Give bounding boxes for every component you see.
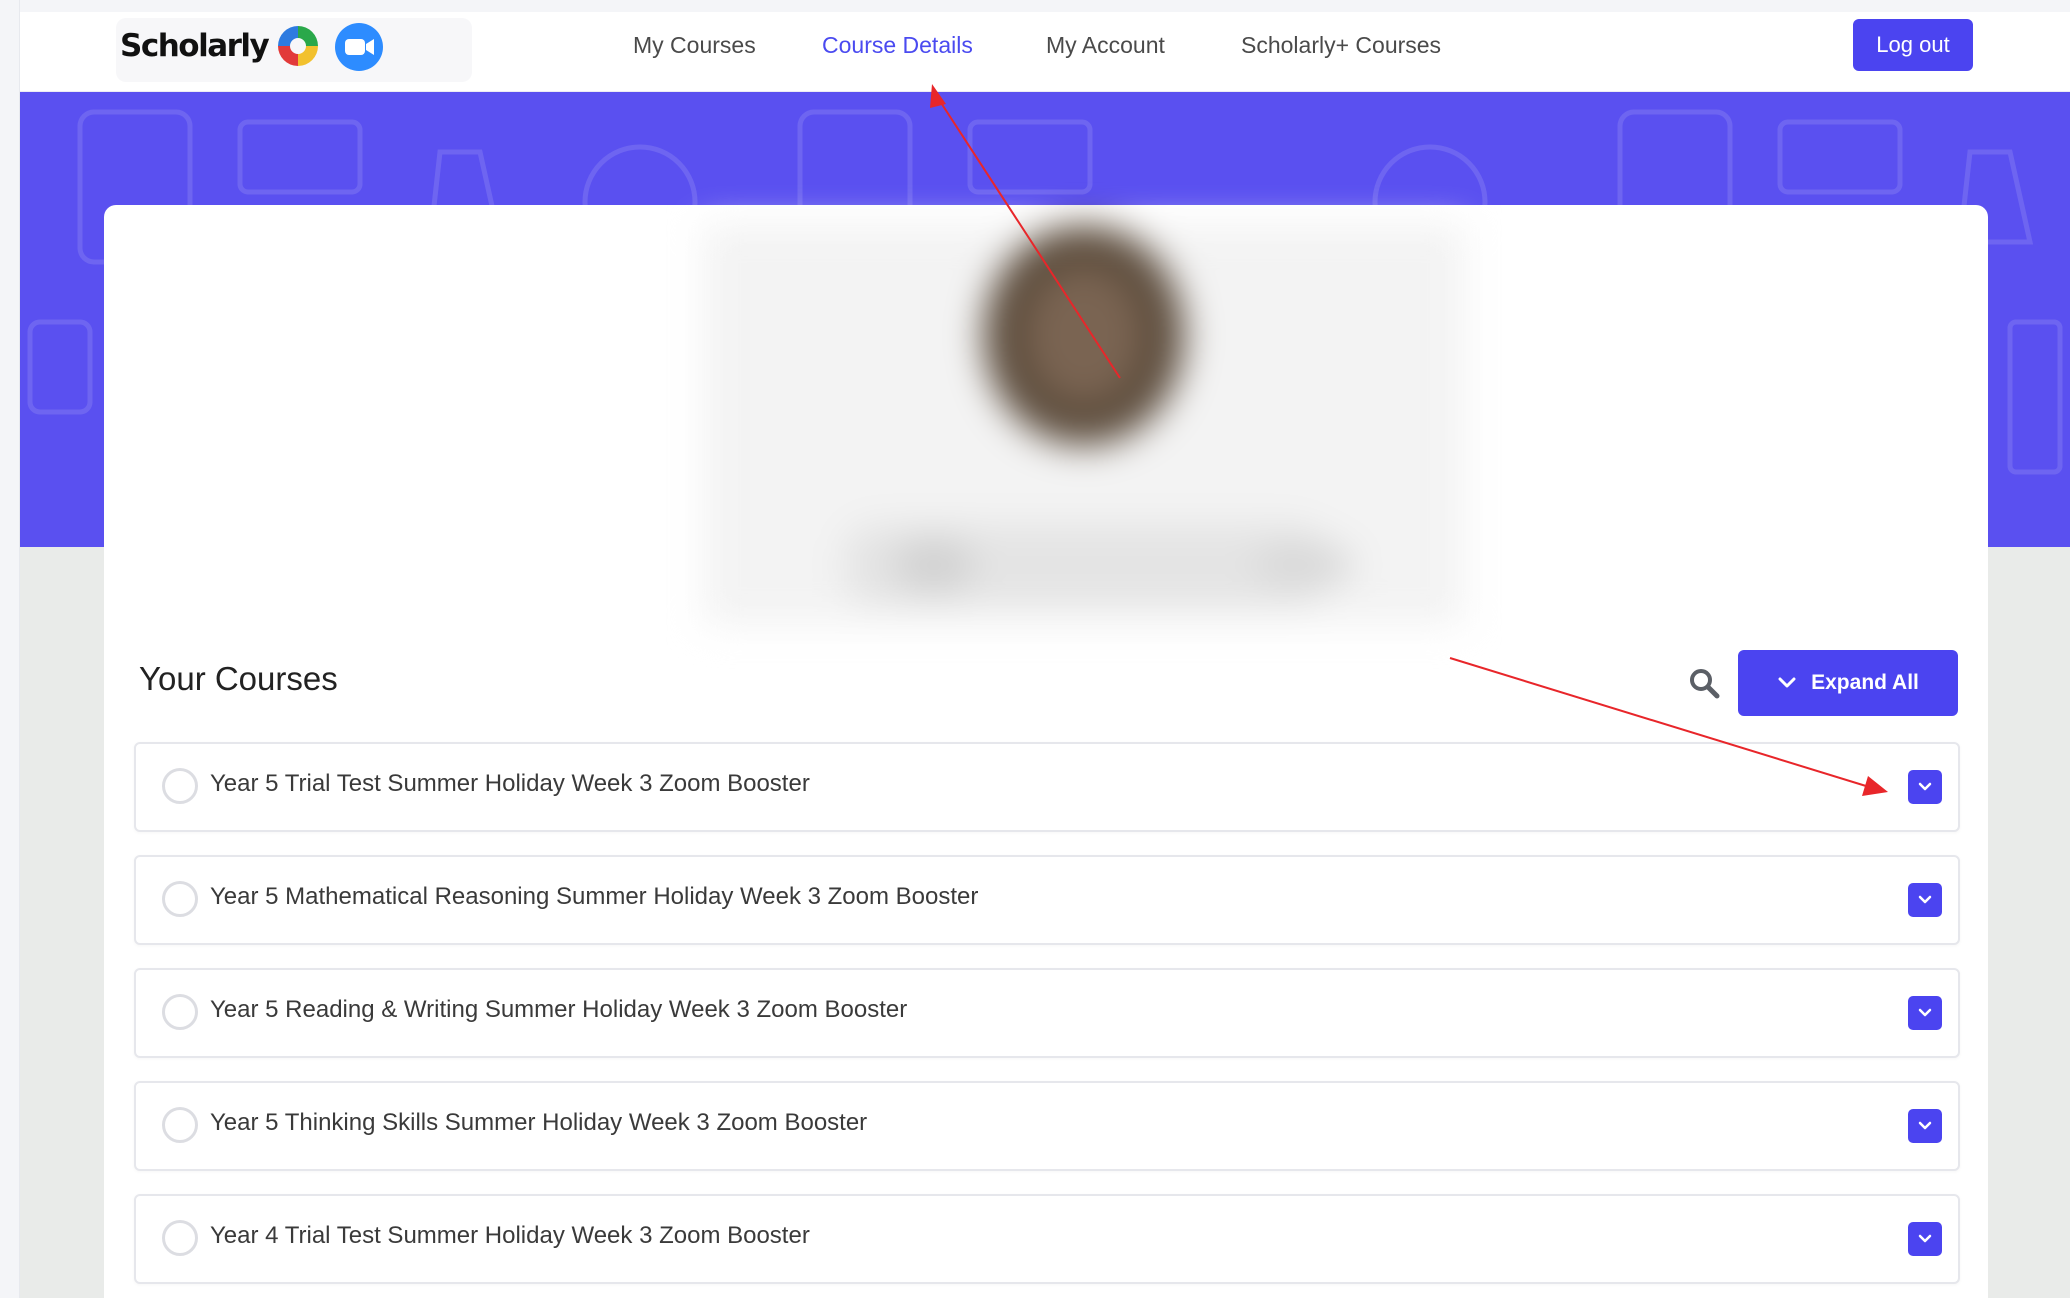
empty-circle-icon[interactable]: [162, 881, 198, 917]
chevron-down-icon: [1918, 1121, 1932, 1130]
course-title[interactable]: Year 5 Mathematical Reasoning Summer Hol…: [210, 883, 978, 911]
course-title[interactable]: Year 4 Trial Test Summer Holiday Week 3 …: [210, 1222, 810, 1250]
course-expand-button[interactable]: [1908, 770, 1942, 804]
page-edge-top: [0, 0, 2070, 12]
course-row[interactable]: Year 5 Trial Test Summer Holiday Week 3 …: [134, 742, 1960, 832]
course-row[interactable]: Year 5 Mathematical Reasoning Summer Hol…: [134, 855, 1960, 945]
expand-all-label: Expand All: [1811, 671, 1919, 694]
top-navbar: Scholarly My Courses Course Details My A…: [20, 12, 2070, 92]
course-expand-button[interactable]: [1908, 883, 1942, 917]
app-window: Scholarly My Courses Course Details My A…: [0, 0, 2070, 1298]
zoom-icon[interactable]: [334, 22, 384, 72]
logo-wordmark[interactable]: Scholarly: [120, 28, 270, 64]
chevron-down-icon: [1918, 1234, 1932, 1243]
search-button[interactable]: [1686, 665, 1722, 701]
empty-circle-icon[interactable]: [162, 768, 198, 804]
scholarly-logo-icon: [278, 26, 318, 66]
expand-all-button[interactable]: Expand All: [1738, 650, 1958, 716]
section-title: Your Courses: [139, 660, 338, 697]
chevron-down-icon: [1918, 1008, 1932, 1017]
search-icon: [1690, 669, 1720, 699]
empty-circle-icon[interactable]: [162, 1107, 198, 1143]
nav-my-account[interactable]: My Account: [1046, 32, 1165, 59]
course-details-card: Your Courses Expand All Year 5 Trial Tes…: [104, 205, 1988, 1298]
course-row[interactable]: Year 5 Thinking Skills Summer Holiday We…: [134, 1081, 1960, 1171]
course-title[interactable]: Year 5 Thinking Skills Summer Holiday We…: [210, 1109, 867, 1137]
course-expand-button[interactable]: [1908, 996, 1942, 1030]
course-expand-button[interactable]: [1908, 1222, 1942, 1256]
page-edge-left: [0, 0, 20, 1298]
empty-circle-icon[interactable]: [162, 994, 198, 1030]
course-title[interactable]: Year 5 Reading & Writing Summer Holiday …: [210, 996, 907, 1024]
chevron-down-icon: [1918, 895, 1932, 904]
nav-my-courses[interactable]: My Courses: [633, 32, 756, 59]
course-row[interactable]: Year 5 Reading & Writing Summer Holiday …: [134, 968, 1960, 1058]
nav-course-details[interactable]: Course Details: [822, 32, 973, 59]
profile-avatar-blurred: [704, 225, 1464, 625]
course-expand-button[interactable]: [1908, 1109, 1942, 1143]
course-title[interactable]: Year 5 Trial Test Summer Holiday Week 3 …: [210, 770, 810, 798]
nav-scholarly-plus-courses[interactable]: Scholarly+ Courses: [1241, 32, 1441, 59]
chevron-down-icon: [1778, 677, 1796, 688]
empty-circle-icon[interactable]: [162, 1220, 198, 1256]
chevron-down-icon: [1918, 782, 1932, 791]
course-row[interactable]: Year 4 Trial Test Summer Holiday Week 3 …: [134, 1194, 1960, 1284]
logout-button[interactable]: Log out: [1853, 19, 1973, 71]
